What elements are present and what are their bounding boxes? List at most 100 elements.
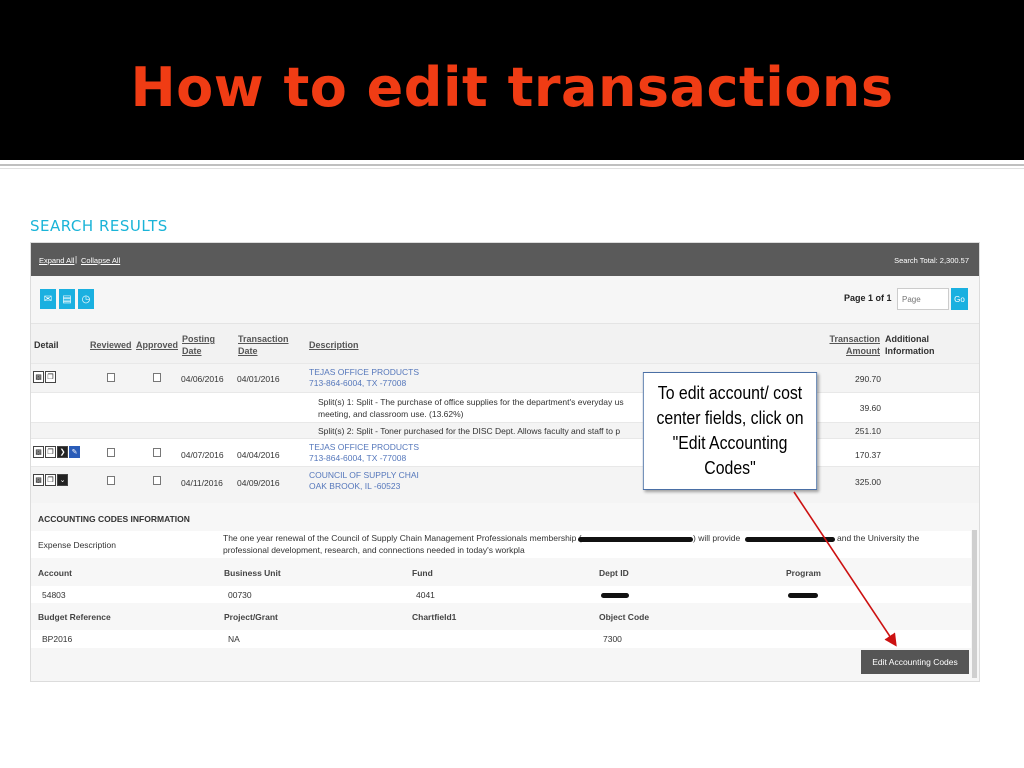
- pencil-icon[interactable]: ✎: [69, 446, 80, 458]
- dept-id-label: Dept ID: [599, 568, 629, 578]
- reviewed-checkbox[interactable]: [107, 476, 115, 485]
- accounting-codes-section: [31, 503, 979, 648]
- transaction-date: 04/04/2016: [237, 450, 280, 460]
- redacted-text: [745, 537, 835, 542]
- vendor-location: OAK BROOK, IL -60523: [309, 481, 401, 491]
- link-separator: |: [75, 255, 78, 264]
- chart-icon[interactable]: ▩: [33, 474, 44, 486]
- table-row: ▩ ❐ ❯ ✎ 04/07/2016 04/04/2016 TEJAS OFFI…: [31, 438, 979, 467]
- chart-icon[interactable]: ▩: [33, 446, 44, 458]
- callout-line1: To edit account/ cost: [657, 383, 803, 403]
- account-values-band: [31, 586, 971, 603]
- posting-date: 04/06/2016: [181, 374, 224, 384]
- vendor-link[interactable]: TEJAS OFFICE PRODUCTS 713-864-6004, TX -7…: [309, 367, 419, 389]
- chart-icon[interactable]: ▩: [33, 371, 44, 383]
- col-amount-line1: Transaction: [829, 334, 880, 344]
- split-text-line1: Split(s) 1: Split - The purchase of offi…: [318, 397, 624, 407]
- col-approved[interactable]: Approved: [136, 339, 178, 351]
- transaction-date: 04/01/2016: [237, 374, 280, 384]
- copy-icon[interactable]: ❐: [45, 446, 56, 458]
- vendor-location: 713-864-6004, TX -77008: [309, 378, 407, 388]
- split-description: Split(s) 1: Split - The purchase of offi…: [318, 396, 638, 422]
- reviewed-checkbox[interactable]: [107, 448, 115, 457]
- table-row: ▩ ❐ 04/06/2016 04/01/2016 TEJAS OFFICE P…: [31, 363, 979, 393]
- approved-checkbox[interactable]: [153, 373, 161, 382]
- accounting-codes-title: ACCOUNTING CODES INFORMATION: [38, 514, 190, 524]
- col-transaction-date-line2: Date: [238, 346, 258, 356]
- business-unit-value: 00730: [228, 590, 252, 600]
- split-amount: 39.60: [859, 403, 881, 413]
- search-results-panel: Expand All | Collapse All Search Total: …: [30, 242, 980, 682]
- vendor-link[interactable]: TEJAS OFFICE PRODUCTS 713-864-6004, TX -7…: [309, 442, 419, 464]
- col-additional-line1: Additional: [885, 334, 929, 344]
- vendor-name: TEJAS OFFICE PRODUCTS: [309, 367, 420, 377]
- save-icon[interactable]: ▤: [59, 289, 75, 309]
- split-row: Split(s) 2: Split - Toner purchased for …: [31, 422, 979, 439]
- vendor-name: TEJAS OFFICE PRODUCTS: [309, 442, 420, 452]
- edit-accounting-codes-button[interactable]: Edit Accounting Codes: [861, 650, 969, 674]
- transaction-amount: 325.00: [855, 477, 881, 487]
- col-detail: Detail: [34, 340, 59, 350]
- chartfield1-label: Chartfield1: [412, 612, 457, 622]
- callout-text: To edit account/ cost center fields, clic…: [649, 381, 811, 481]
- chevron-right-icon[interactable]: ❯: [57, 446, 68, 458]
- object-code-label: Object Code: [599, 612, 650, 622]
- posting-date: 04/07/2016: [181, 450, 224, 460]
- col-posting-date[interactable]: Posting Date: [182, 333, 215, 357]
- col-transaction-amount[interactable]: Transaction Amount: [829, 333, 880, 357]
- search-results-heading: SEARCH RESULTS: [30, 217, 168, 235]
- object-code-value: 7300: [603, 634, 622, 644]
- budget-values-band: [31, 630, 971, 648]
- approved-checkbox[interactable]: [153, 448, 161, 457]
- col-posting-date-line2: Date: [182, 346, 202, 356]
- project-grant-label: Project/Grant: [224, 612, 278, 622]
- collapse-all-link[interactable]: Collapse All: [81, 256, 120, 265]
- results-toolbar: Expand All | Collapse All Search Total: …: [31, 243, 979, 276]
- split-text-line2: meeting, and classroom use. (13.62%): [318, 409, 464, 419]
- budget-reference-label: Budget Reference: [38, 612, 111, 622]
- vendor-link[interactable]: COUNCIL OF SUPPLY CHAI OAK BROOK, IL -605…: [309, 470, 419, 492]
- expense-description-label: Expense Description: [38, 540, 116, 550]
- account-label: Account: [38, 568, 72, 578]
- col-amount-line2: Amount: [846, 346, 880, 356]
- callout-line3: "Edit Accounting Codes": [672, 433, 788, 478]
- account-value: 54803: [42, 590, 66, 600]
- program-label: Program: [786, 568, 821, 578]
- transaction-amount: 290.70: [855, 374, 881, 384]
- header-divider: [0, 164, 1024, 166]
- redacted-dept-id: [601, 593, 629, 598]
- instruction-callout: To edit account/ cost center fields, clic…: [642, 372, 818, 490]
- project-grant-value: NA: [228, 634, 240, 644]
- col-reviewed[interactable]: Reviewed: [90, 339, 132, 351]
- expense-description-line1a: The one year renewal of the Council of S…: [223, 533, 582, 543]
- expense-description-line1c: and the University the: [837, 533, 920, 543]
- split-amount: 251.10: [855, 426, 881, 436]
- vendor-name: COUNCIL OF SUPPLY CHAI: [309, 470, 419, 480]
- col-description[interactable]: Description: [309, 339, 359, 351]
- history-icon[interactable]: ◷: [78, 289, 94, 309]
- col-posting-date-line1: Posting: [182, 334, 215, 344]
- split-description: Split(s) 2: Split - Toner purchased for …: [318, 426, 621, 436]
- chevron-down-icon[interactable]: ⌄: [57, 474, 68, 486]
- vendor-location: 713-864-6004, TX -77008: [309, 453, 407, 463]
- table-header: Detail Reviewed Approved Posting Date Tra…: [31, 323, 979, 364]
- header-divider-thin: [0, 168, 1024, 169]
- page-input[interactable]: [897, 288, 949, 310]
- business-unit-label: Business Unit: [224, 568, 281, 578]
- redacted-text: [578, 537, 693, 542]
- copy-icon[interactable]: ❐: [45, 474, 56, 486]
- reviewed-checkbox[interactable]: [107, 373, 115, 382]
- table-row: ▩ ❐ ⌄ 04/11/2016 04/09/2016 COUNCIL OF S…: [31, 466, 979, 504]
- posting-date: 04/11/2016: [181, 478, 223, 488]
- email-icon[interactable]: ✉: [40, 289, 56, 309]
- col-transaction-date[interactable]: Transaction Date: [238, 333, 289, 357]
- col-transaction-date-line1: Transaction: [238, 334, 289, 344]
- approved-checkbox[interactable]: [153, 476, 161, 485]
- copy-icon[interactable]: ❐: [45, 371, 56, 383]
- redacted-program: [788, 593, 818, 598]
- expense-description-line2: professional development, research, and …: [223, 545, 525, 555]
- expand-all-link[interactable]: Expand All: [39, 256, 74, 265]
- go-button[interactable]: Go: [951, 288, 968, 310]
- vertical-scrollbar[interactable]: [972, 530, 977, 678]
- page-info: Page 1 of 1: [844, 293, 892, 303]
